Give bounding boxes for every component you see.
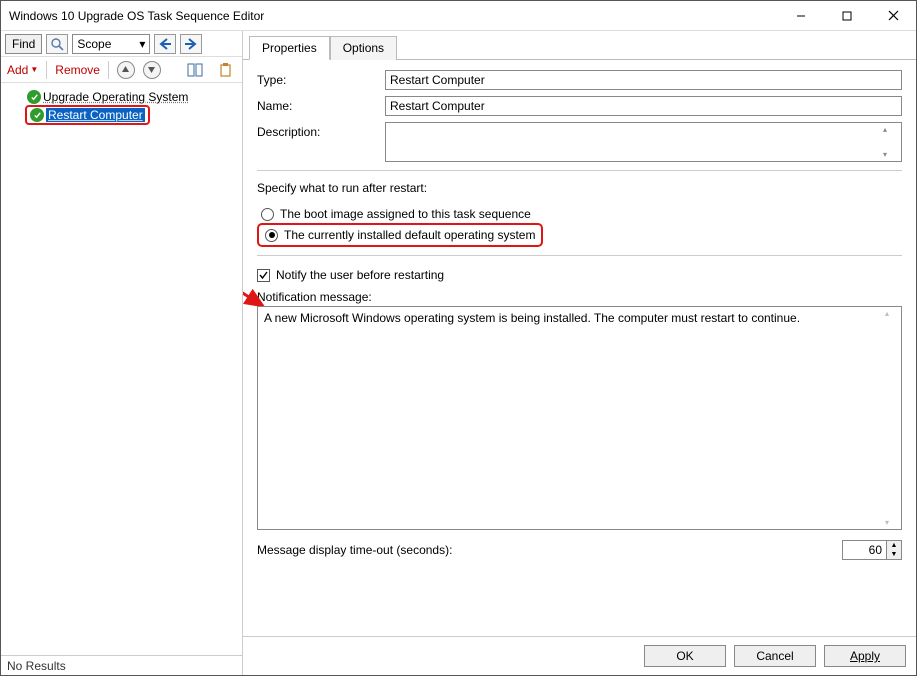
spinner-up-icon[interactable]: ▲: [887, 541, 901, 550]
ok-button[interactable]: OK: [644, 645, 726, 667]
notify-label: Notify the user before restarting: [276, 268, 444, 282]
notify-checkbox[interactable]: Notify the user before restarting: [257, 266, 902, 284]
edit-toolbar: Add ▼ Remove: [1, 57, 242, 83]
status-bar: No Results: [1, 655, 242, 675]
tab-strip: Properties Options: [243, 31, 916, 60]
notification-label: Notification message:: [257, 290, 902, 304]
radio-label: The currently installed default operatin…: [284, 228, 535, 242]
check-icon: [27, 90, 41, 104]
maximize-button[interactable]: [824, 1, 870, 31]
notification-message-text: A new Microsoft Windows operating system…: [264, 311, 800, 325]
chevron-down-icon: ▾: [139, 37, 145, 51]
task-tree[interactable]: Upgrade Operating System Restart Compute…: [1, 83, 242, 655]
tree-node-restart-computer[interactable]: Restart Computer: [28, 107, 147, 123]
right-pane: Properties Options Type: Restart Compute…: [243, 31, 916, 675]
left-pane: Find Scope ▾ Add ▼: [1, 31, 243, 675]
tree-node-label: Upgrade Operating System: [43, 90, 188, 104]
spinner-down-icon[interactable]: ▼: [887, 550, 901, 559]
notification-message-input[interactable]: A new Microsoft Windows operating system…: [257, 306, 902, 530]
timeout-spinner[interactable]: 60 ▲ ▼: [842, 540, 902, 560]
tab-options[interactable]: Options: [330, 36, 397, 60]
radio-boot-image[interactable]: The boot image assigned to this task seq…: [257, 205, 902, 223]
scroll-up-icon[interactable]: ▴: [883, 125, 897, 134]
name-input[interactable]: [385, 96, 902, 116]
type-label: Type:: [257, 70, 385, 87]
close-button[interactable]: [870, 1, 916, 31]
scroll-up-icon[interactable]: ▴: [885, 309, 899, 318]
new-group-icon[interactable]: [184, 60, 206, 80]
nav-back-button[interactable]: [154, 34, 176, 54]
clipboard-icon[interactable]: [214, 60, 236, 80]
move-down-button[interactable]: [143, 61, 161, 79]
titlebar: Windows 10 Upgrade OS Task Sequence Edit…: [1, 1, 916, 31]
remove-button[interactable]: Remove: [55, 63, 100, 77]
find-button[interactable]: Find: [5, 34, 42, 54]
type-field: Restart Computer: [385, 70, 902, 90]
checkbox-icon: [257, 269, 270, 282]
description-input[interactable]: ▴▾: [385, 122, 902, 162]
scroll-down-icon[interactable]: ▾: [885, 518, 899, 527]
tree-node-upgrade-os[interactable]: Upgrade Operating System: [25, 89, 238, 105]
scroll-down-icon[interactable]: ▾: [883, 150, 897, 159]
timeout-label: Message display time-out (seconds):: [257, 543, 842, 557]
name-label: Name:: [257, 96, 385, 113]
dialog-footer: OK Cancel Apply: [243, 636, 916, 675]
chevron-down-icon: ▼: [30, 65, 38, 74]
scope-dropdown[interactable]: Scope ▾: [72, 34, 150, 54]
nav-forward-button[interactable]: [180, 34, 202, 54]
tab-properties[interactable]: Properties: [249, 36, 330, 60]
cancel-button[interactable]: Cancel: [734, 645, 816, 667]
dialog-window: Windows 10 Upgrade OS Task Sequence Edit…: [0, 0, 917, 676]
radio-icon: [261, 208, 274, 221]
status-text: No Results: [7, 659, 66, 673]
separator: [46, 61, 47, 79]
divider: [257, 170, 902, 171]
radio-label: The boot image assigned to this task seq…: [280, 207, 531, 221]
find-toolbar: Find Scope ▾: [1, 31, 242, 57]
minimize-button[interactable]: [778, 1, 824, 31]
move-up-button[interactable]: [117, 61, 135, 79]
search-icon[interactable]: [46, 34, 68, 54]
radio-current-os[interactable]: The currently installed default operatin…: [261, 226, 535, 244]
properties-panel: Type: Restart Computer Name: Description…: [243, 60, 916, 636]
divider: [257, 255, 902, 256]
window-title: Windows 10 Upgrade OS Task Sequence Edit…: [9, 9, 778, 23]
separator: [108, 61, 109, 79]
apply-button[interactable]: Apply: [824, 645, 906, 667]
description-label: Description:: [257, 122, 385, 139]
timeout-value[interactable]: 60: [842, 540, 886, 560]
scope-label: Scope: [77, 37, 111, 51]
tree-node-label: Restart Computer: [46, 108, 145, 122]
radio-icon: [265, 229, 278, 242]
check-icon: [30, 108, 44, 122]
specify-label: Specify what to run after restart:: [257, 181, 902, 195]
add-menu[interactable]: Add ▼: [7, 63, 38, 77]
